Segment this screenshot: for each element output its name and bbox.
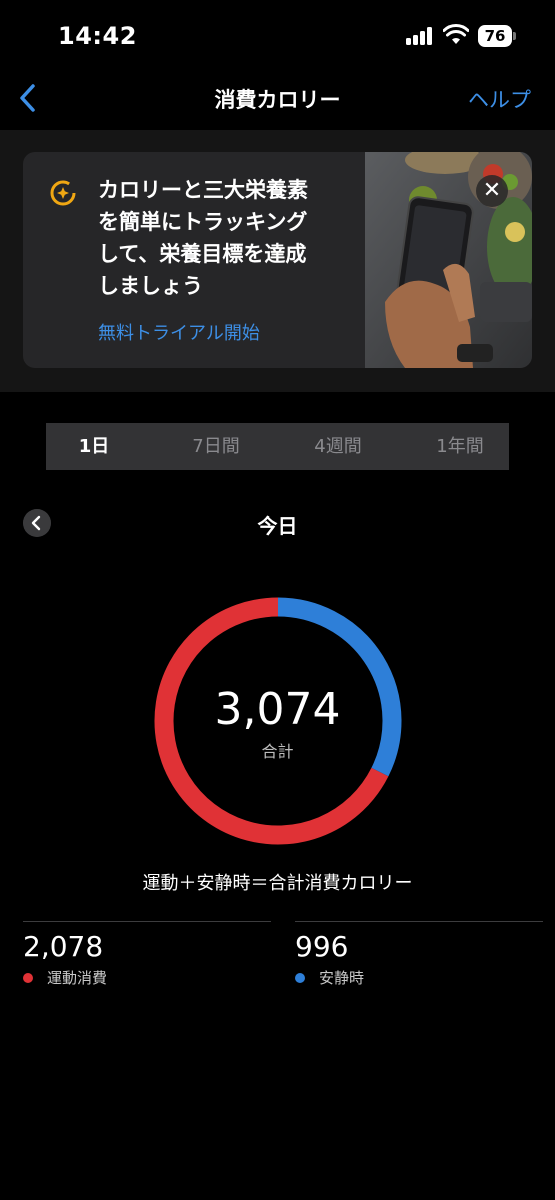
resting-calories-stat: 996 安静時	[295, 921, 543, 991]
promo-section: カロリーと三大栄養素 を簡単にトラッキング して、栄養目標を達成 しましょう 無…	[0, 130, 555, 392]
close-icon[interactable]: ✕	[476, 175, 508, 207]
tab-4-weeks[interactable]: 4週間	[290, 423, 386, 470]
nav-bar: 消費カロリー ヘルプ	[0, 70, 555, 128]
tab-7-days[interactable]: 7日間	[170, 423, 262, 470]
active-legend-dot	[23, 973, 33, 983]
date-title: 今日	[257, 514, 298, 538]
status-time: 14:42	[58, 22, 137, 50]
signal-icon	[406, 27, 434, 45]
resting-calories-value: 996	[295, 930, 349, 963]
promo-card[interactable]: カロリーと三大栄養素 を簡単にトラッキング して、栄養目標を達成 しましょう 無…	[23, 152, 532, 368]
promo-text: カロリーと三大栄養素 を簡単にトラッキング して、栄養目標を達成 しましょう	[98, 174, 348, 302]
promo-line: カロリーと三大栄養素	[98, 178, 308, 202]
wifi-icon	[443, 24, 469, 44]
battery-level: 76	[478, 25, 512, 47]
active-calories-value: 2,078	[23, 930, 104, 963]
promo-line: を簡単にトラッキング	[98, 210, 308, 234]
battery-icon: 76	[478, 25, 516, 47]
status-bar: 14:42 76	[0, 0, 555, 70]
total-label: 合計	[261, 742, 294, 761]
nutrition-target-icon	[50, 180, 76, 206]
tab-1-year[interactable]: 1年間	[412, 423, 508, 470]
active-calories-stat: 2,078 運動消費	[23, 921, 271, 991]
resting-legend-dot	[295, 973, 305, 983]
tab-1-day[interactable]: 1日	[46, 423, 142, 470]
free-trial-link[interactable]: 無料トライアル開始	[98, 319, 260, 345]
active-calories-label: 運動消費	[47, 969, 108, 987]
total-calories: 3,074	[214, 684, 341, 735]
calorie-equation: 運動＋安静時＝合計消費カロリー	[142, 873, 413, 894]
resting-calories-label: 安静時	[319, 969, 365, 987]
help-button[interactable]: ヘルプ	[468, 84, 531, 114]
period-segmented-control: 1日 7日間 4週間 1年間	[46, 423, 509, 470]
promo-line: しましょう	[98, 274, 203, 298]
promo-line: して、栄養目標を達成	[98, 242, 307, 266]
